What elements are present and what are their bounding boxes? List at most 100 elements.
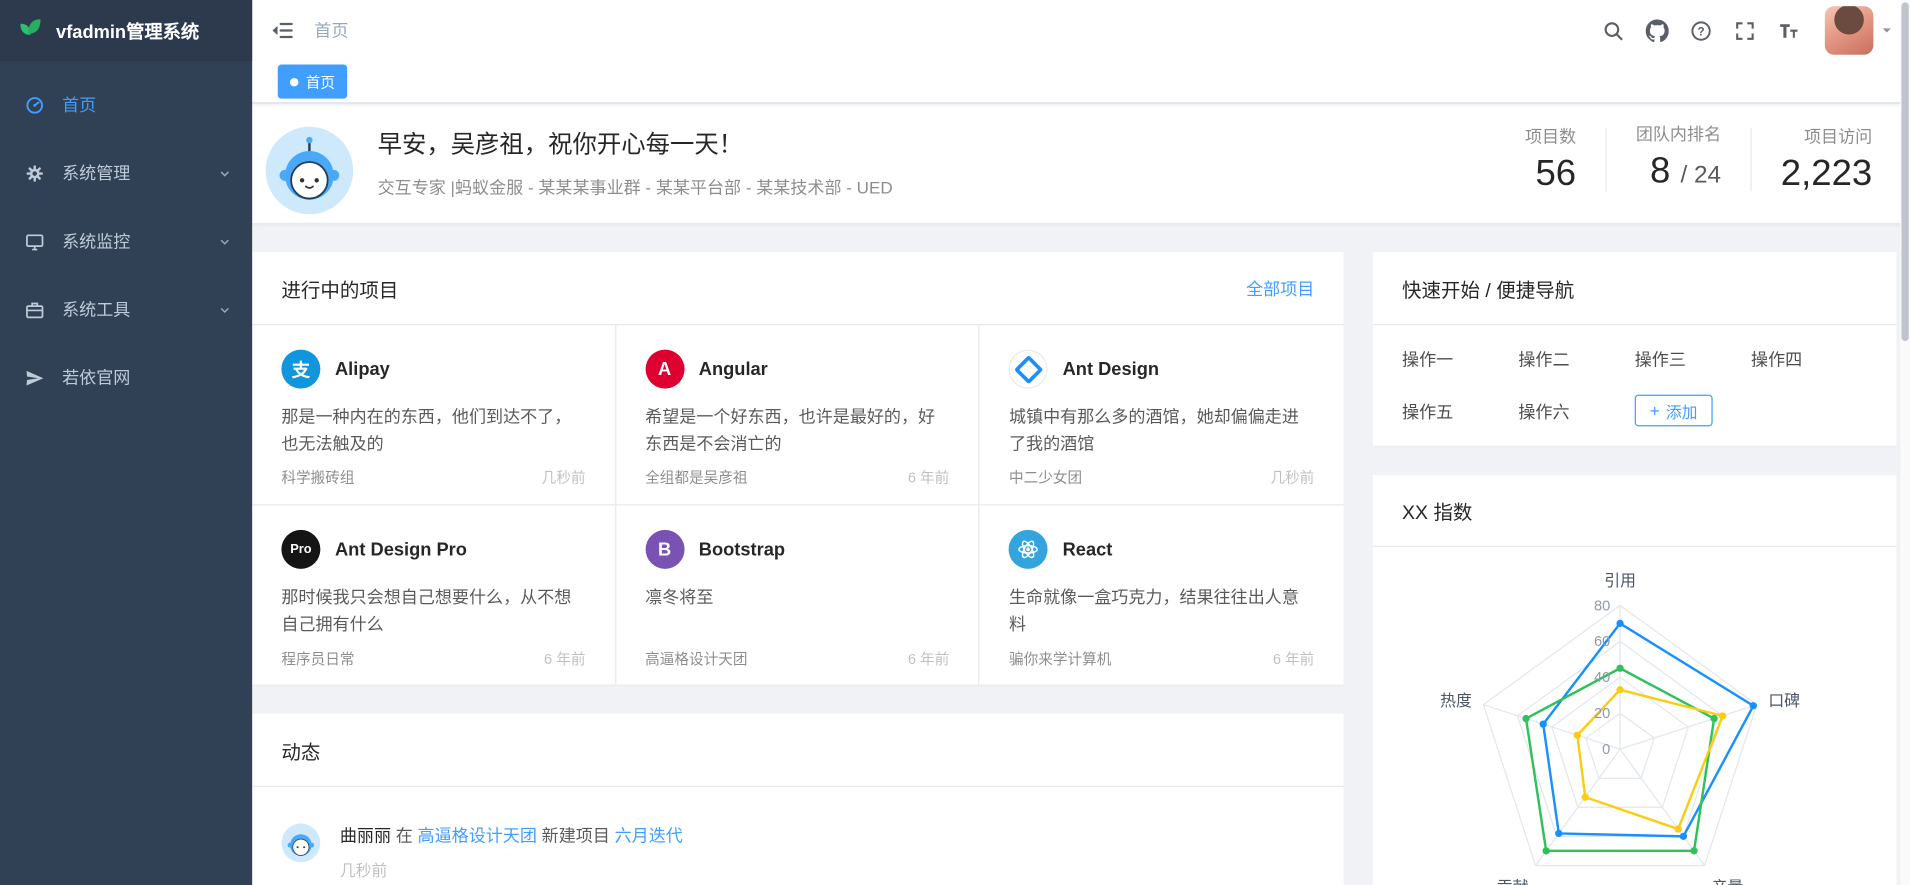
toolbox-icon bbox=[24, 299, 45, 320]
project-card-react[interactable]: React 生命就像一盒巧克力，结果往往出人意料 骗你来学计算机 6 年前 bbox=[980, 506, 1344, 685]
project-updated-time: 6 年前 bbox=[1273, 648, 1314, 669]
caret-down-icon bbox=[1881, 24, 1893, 36]
stat-suffix: / 24 bbox=[1680, 162, 1721, 189]
help-icon[interactable]: ? bbox=[1683, 10, 1717, 51]
chevron-down-icon bbox=[217, 301, 233, 317]
projects-card-header: 进行中的项目 全部项目 bbox=[252, 252, 1343, 325]
fullscreen-icon[interactable] bbox=[1727, 10, 1761, 51]
stat-project-visits: 项目访问 2,223 bbox=[1781, 124, 1872, 196]
app-logo[interactable]: vfadmin管理系统 bbox=[0, 0, 252, 61]
project-group-link[interactable]: 科学搬砖组 bbox=[281, 467, 354, 488]
svg-text:?: ? bbox=[1697, 26, 1704, 38]
activity-group-link[interactable]: 高逼格设计天团 bbox=[418, 826, 537, 845]
tag-label: 首页 bbox=[306, 71, 335, 92]
project-name[interactable]: React bbox=[1063, 539, 1113, 560]
sidebar-item-ruoyi-website[interactable]: 若依官网 bbox=[0, 344, 252, 412]
svg-text:0: 0 bbox=[1602, 742, 1610, 758]
quick-link-4[interactable]: 操作四 bbox=[1751, 347, 1867, 371]
radar-chart: 020406080引用口碑产量贡献热度 bbox=[1373, 547, 1897, 885]
font-size-icon[interactable] bbox=[1771, 10, 1805, 51]
user-role-text: 交互专家 |蚂蚁金服 - 某某某事业群 - 某某平台部 - 某某技术部 - UE… bbox=[378, 175, 893, 199]
stats-group: 项目数 56 团队内排名 8 / 24 项目访问 2,223 bbox=[1525, 122, 1872, 198]
stat-label: 项目访问 bbox=[1781, 124, 1872, 148]
add-quick-link-button[interactable]: + 添加 bbox=[1635, 395, 1713, 427]
activity-text: 曲丽丽 在 高逼格设计天团 新建项目 六月迭代 bbox=[340, 823, 683, 847]
sidebar-item-label: 系统监控 bbox=[62, 229, 130, 253]
stat-label: 团队内排名 bbox=[1636, 122, 1721, 146]
svg-text:贡献: 贡献 bbox=[1497, 878, 1529, 885]
all-projects-link[interactable]: 全部项目 bbox=[1246, 276, 1314, 300]
sidebar-item-system-monitor[interactable]: 系统监控 bbox=[0, 207, 252, 275]
sidebar-toggle-icon[interactable] bbox=[270, 18, 294, 42]
svg-text:口碑: 口碑 bbox=[1768, 692, 1800, 710]
projects-grid: 支 Alipay 那是一种内在的东西，他们到达不了，也无法触及的 科学搬砖组 几… bbox=[252, 325, 1343, 684]
project-description: 那时候我只会想自己想要什么，从不想自己拥有什么 bbox=[281, 583, 585, 637]
project-name[interactable]: Ant Design Pro bbox=[335, 539, 467, 560]
project-card-bootstrap[interactable]: B Bootstrap 凛冬将至 高逼格设计天团 6 年前 bbox=[616, 506, 980, 685]
stat-divider bbox=[1605, 128, 1606, 191]
quick-nav-title: 快速开始 / 便捷导航 bbox=[1402, 273, 1574, 302]
sidebar-item-label: 若依官网 bbox=[62, 365, 130, 389]
sidebar-item-label: 首页 bbox=[62, 93, 96, 117]
sidebar-item-home[interactable]: 首页 bbox=[0, 71, 252, 139]
quick-link-6[interactable]: 操作六 bbox=[1518, 400, 1634, 427]
tag-home[interactable]: 首页 bbox=[278, 65, 347, 99]
stat-divider bbox=[1750, 128, 1751, 191]
stat-value: 8 / 24 bbox=[1636, 150, 1721, 198]
project-group-link[interactable]: 中二少女团 bbox=[1009, 467, 1082, 488]
project-name[interactable]: Ant Design bbox=[1063, 359, 1159, 380]
bootstrap-logo: B bbox=[645, 530, 684, 569]
svg-text:20: 20 bbox=[1594, 706, 1610, 722]
stat-value: 56 bbox=[1525, 152, 1576, 196]
activity-card-header: 动态 bbox=[252, 714, 1343, 787]
svg-text:产量: 产量 bbox=[1712, 878, 1744, 885]
mascot-avatar bbox=[266, 127, 354, 215]
index-card-header: XX 指数 bbox=[1373, 475, 1897, 547]
project-card-ant-design[interactable]: Ant Design 城镇中有那么多的酒馆，她却偏偏走进了我的酒馆 中二少女团 … bbox=[980, 325, 1344, 505]
avatar-dropdown[interactable] bbox=[1825, 6, 1893, 55]
project-description: 凛冬将至 bbox=[645, 583, 949, 610]
quick-link-2[interactable]: 操作二 bbox=[1518, 347, 1634, 371]
project-name[interactable]: Alipay bbox=[335, 359, 390, 380]
sidebar-item-system-tools[interactable]: 系统工具 bbox=[0, 275, 252, 343]
activity-project-link[interactable]: 六月迭代 bbox=[615, 826, 683, 845]
project-name[interactable]: Angular bbox=[699, 359, 768, 380]
breadcrumb[interactable]: 首页 bbox=[314, 18, 348, 42]
monitor-icon bbox=[24, 231, 45, 252]
sidebar-item-label: 系统管理 bbox=[62, 161, 130, 185]
tags-view-bar: 首页 bbox=[252, 61, 1910, 104]
project-group-link[interactable]: 程序员日常 bbox=[281, 648, 354, 669]
plus-icon: + bbox=[1650, 402, 1660, 419]
svg-text:80: 80 bbox=[1594, 598, 1610, 614]
quick-nav-header: 快速开始 / 便捷导航 bbox=[1373, 252, 1897, 325]
project-updated-time: 几秒前 bbox=[542, 467, 586, 488]
project-card-angular[interactable]: A Angular 希望是一个好东西，也许是最好的，好东西是不会消亡的 全组都是… bbox=[616, 325, 980, 505]
project-group-link[interactable]: 全组都是吴彦祖 bbox=[645, 467, 747, 488]
quick-link-5[interactable]: 操作五 bbox=[1402, 400, 1518, 427]
projects-card: 进行中的项目 全部项目 支 Alipay 那是一种内在的东西，他们到达不了，也无… bbox=[252, 252, 1343, 684]
scrollbar-thumb[interactable] bbox=[1901, 2, 1908, 341]
project-updated-time: 6 年前 bbox=[544, 648, 585, 669]
ant-design-logo bbox=[1009, 350, 1048, 389]
activity-time: 几秒前 bbox=[340, 858, 683, 881]
welcome-panel: 早安，吴彦祖，祝你开心每一天！ 交互专家 |蚂蚁金服 - 某某某事业群 - 某某… bbox=[252, 102, 1910, 223]
project-card-alipay[interactable]: 支 Alipay 那是一种内在的东西，他们到达不了，也无法触及的 科学搬砖组 几… bbox=[252, 325, 616, 505]
quick-link-1[interactable]: 操作一 bbox=[1402, 347, 1518, 371]
greeting-text: 早安，吴彦祖，祝你开心每一天！ bbox=[378, 124, 743, 159]
activity-user-link[interactable]: 曲丽丽 bbox=[340, 826, 391, 845]
quick-link-3[interactable]: 操作三 bbox=[1635, 347, 1751, 371]
sidebar-item-system-management[interactable]: 系统管理 bbox=[0, 139, 252, 207]
search-icon[interactable] bbox=[1596, 10, 1630, 51]
project-group-link[interactable]: 骗你来学计算机 bbox=[1009, 648, 1111, 669]
project-name[interactable]: Bootstrap bbox=[699, 539, 785, 560]
top-navbar: 首页 ? bbox=[252, 0, 1910, 61]
sidebar-menu: 首页 系统管理 bbox=[0, 61, 252, 412]
github-icon[interactable] bbox=[1640, 10, 1674, 51]
gear-icon bbox=[24, 163, 45, 184]
activity-card: 动态 曲丽丽 在 高逼格设计天团 新建项目 六月迭代 几秒前 bbox=[252, 714, 1343, 885]
stat-team-rank: 团队内排名 8 / 24 bbox=[1636, 122, 1721, 198]
logo-leaf-icon bbox=[17, 17, 44, 44]
user-avatar bbox=[1825, 6, 1874, 55]
project-card-ant-design-pro[interactable]: Pro Ant Design Pro 那时候我只会想自己想要什么，从不想自己拥有… bbox=[252, 506, 616, 685]
project-group-link[interactable]: 高逼格设计天团 bbox=[645, 648, 747, 669]
